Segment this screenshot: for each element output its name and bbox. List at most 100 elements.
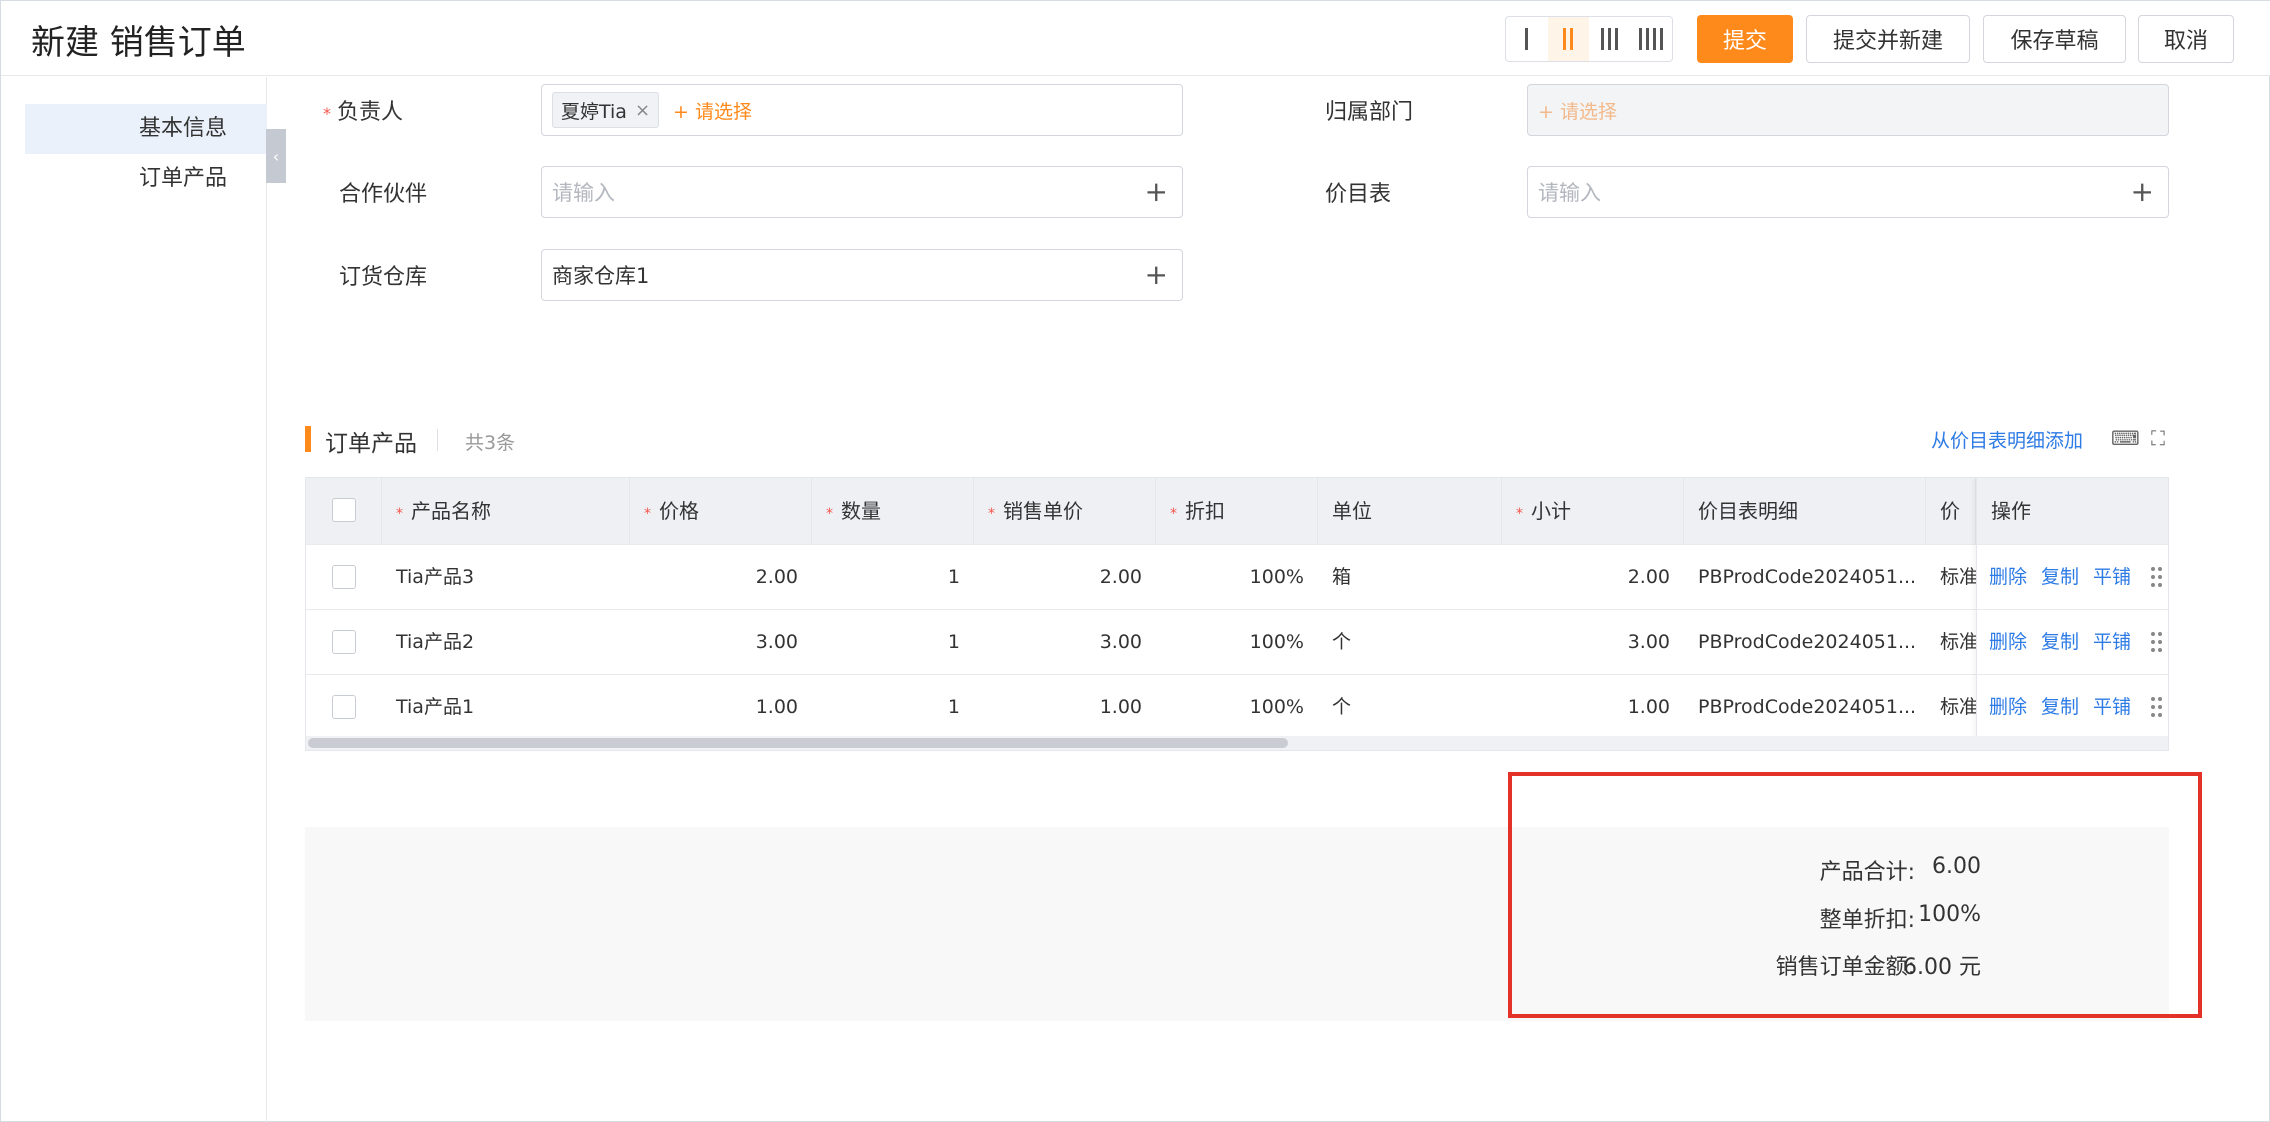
cell-product-name[interactable]: Tia产品2 [382,610,630,674]
layout-2-column-button[interactable] [1547,17,1589,61]
table-header: *产品名称 *价格 *数量 *销售单价 *折扣 单位 *小计 价目表明细 价目表 [306,478,2168,544]
cell-unit-price[interactable]: 2.00 [974,545,1156,609]
pricebook-input[interactable]: 请输入 + [1527,166,2169,218]
row-operations: 删除 复制 平铺 [1977,544,2168,608]
section-title: 订单产品 [325,431,417,457]
select-all-checkbox[interactable] [332,498,356,522]
cell-pricebook-detail[interactable]: PBProdCode2024051... [1684,610,1926,674]
drag-handle-icon[interactable] [2151,632,2165,654]
collapse-sidebar-handle[interactable]: ‹ [266,129,286,183]
table-row: Tia产品1 1.00 1 1.00 100% 个 1.00 PBProdCod… [306,674,2168,739]
cell-unit[interactable]: 个 [1318,610,1502,674]
tile-row-link[interactable]: 平铺 [2093,696,2131,718]
layout-4-column-button[interactable] [1631,17,1673,61]
operations-column: 操作 删除 复制 平铺 删除 复制 平铺 删除 复制 平铺 [1976,478,2168,750]
owner-label: * 负责人 [323,100,404,125]
cell-product-name[interactable]: Tia产品3 [382,545,630,609]
partner-input[interactable]: 请输入 + [541,166,1183,218]
sidebar-item-basic-info[interactable]: 基本信息 [25,104,267,154]
warehouse-input[interactable]: 商家仓库1 + [541,249,1183,301]
owner-select-link[interactable]: + 请选择 [673,97,752,124]
chevron-left-icon: ‹ [272,146,280,166]
add-warehouse-icon[interactable]: + [1145,260,1168,290]
cell-price[interactable]: 1.00 [630,675,812,739]
products-table: *产品名称 *价格 *数量 *销售单价 *折扣 单位 *小计 价目表明细 价目表… [305,477,2169,751]
scrollbar-thumb[interactable] [308,738,1288,748]
row-checkbox[interactable] [332,630,356,654]
add-from-pricebook-link[interactable]: 从价目表明细添加 [1931,426,2083,453]
col-discount[interactable]: * 折扣 [1156,478,1318,544]
cell-quantity[interactable]: 1 [812,545,974,609]
row-operations: 删除 复制 平铺 [1977,674,2168,738]
header: 新建 销售订单 提交 提交并新建 保存草稿 取消 [1,1,2270,76]
drag-handle-icon[interactable] [2151,567,2165,589]
column-layout-toggle [1505,16,1673,62]
cell-subtotal[interactable]: 3.00 [1502,610,1684,674]
product-count: 共3条 [465,432,516,454]
partner-label: 合作伙伴 [339,182,428,207]
layout-3-column-button[interactable] [1589,17,1631,61]
col-pricebook[interactable]: 价目表 [1926,478,1976,544]
warehouse-label: 订货仓库 [339,265,428,290]
pricebook-placeholder: 请输入 [1538,181,1601,205]
keyboard-icon[interactable]: ⌨ [2111,427,2140,449]
col-quantity[interactable]: * 数量 [812,478,974,544]
cell-pricebook[interactable]: 标准价 [1926,610,1976,674]
cell-discount[interactable]: 100% [1156,675,1318,739]
section-accent-bar [305,426,311,452]
col-pricebook-detail[interactable]: 价目表明细 [1684,478,1926,544]
cell-unit[interactable]: 箱 [1318,545,1502,609]
cell-discount[interactable]: 100% [1156,610,1318,674]
cell-price[interactable]: 2.00 [630,545,812,609]
cell-subtotal[interactable]: 2.00 [1502,545,1684,609]
submit-and-new-button[interactable]: 提交并新建 [1806,15,1970,63]
remove-tag-icon[interactable]: × [635,100,650,121]
cell-quantity[interactable]: 1 [812,675,974,739]
cell-unit-price[interactable]: 3.00 [974,610,1156,674]
header-select-cell [306,478,382,544]
copy-row-link[interactable]: 复制 [2041,696,2079,718]
horizontal-scrollbar[interactable] [306,736,2168,750]
cell-pricebook[interactable]: 标准价 [1926,545,1976,609]
add-pricebook-icon[interactable]: + [2131,177,2154,207]
cell-product-name[interactable]: Tia产品1 [382,675,630,739]
table-row: Tia产品2 3.00 1 3.00 100% 个 3.00 PBProdCod… [306,609,2168,674]
row-operations: 删除 复制 平铺 [1977,609,2168,673]
layout-1-column-button[interactable] [1506,17,1548,61]
owner-field[interactable]: 夏婷Tia × + 请选择 [541,84,1183,136]
cell-subtotal[interactable]: 1.00 [1502,675,1684,739]
delete-row-link[interactable]: 删除 [1989,631,2027,653]
col-subtotal[interactable]: * 小计 [1502,478,1684,544]
drag-handle-icon[interactable] [2151,697,2165,719]
cell-quantity[interactable]: 1 [812,610,974,674]
col-unit[interactable]: 单位 [1318,478,1502,544]
cell-price[interactable]: 3.00 [630,610,812,674]
delete-row-link[interactable]: 删除 [1989,696,2027,718]
col-product-name[interactable]: * 产品名称 [382,478,630,544]
col-unit-price[interactable]: * 销售单价 [974,478,1156,544]
col-price[interactable]: * 价格 [630,478,812,544]
cell-unit-price[interactable]: 1.00 [974,675,1156,739]
fullscreen-icon[interactable]: ⛶ [2146,427,2170,449]
copy-row-link[interactable]: 复制 [2041,631,2079,653]
cell-pricebook[interactable]: 标准价 [1926,675,1976,739]
delete-row-link[interactable]: 删除 [1989,566,2027,588]
copy-row-link[interactable]: 复制 [2041,566,2079,588]
cell-unit[interactable]: 个 [1318,675,1502,739]
sidebar-item-order-products[interactable]: 订单产品 [25,154,267,204]
submit-button[interactable]: 提交 [1697,15,1793,63]
divider [437,429,438,451]
required-mark: * [323,103,331,123]
cell-discount[interactable]: 100% [1156,545,1318,609]
pricebook-label: 价目表 [1325,182,1392,207]
add-partner-icon[interactable]: + [1145,177,1168,207]
col-operations: 操作 [1977,478,2168,544]
row-checkbox[interactable] [332,565,356,589]
cell-pricebook-detail[interactable]: PBProdCode2024051... [1684,545,1926,609]
tile-row-link[interactable]: 平铺 [2093,566,2131,588]
cancel-button[interactable]: 取消 [2138,15,2234,63]
tile-row-link[interactable]: 平铺 [2093,631,2131,653]
row-checkbox[interactable] [332,695,356,719]
cell-pricebook-detail[interactable]: PBProdCode2024051... [1684,675,1926,739]
save-draft-button[interactable]: 保存草稿 [1983,15,2126,63]
